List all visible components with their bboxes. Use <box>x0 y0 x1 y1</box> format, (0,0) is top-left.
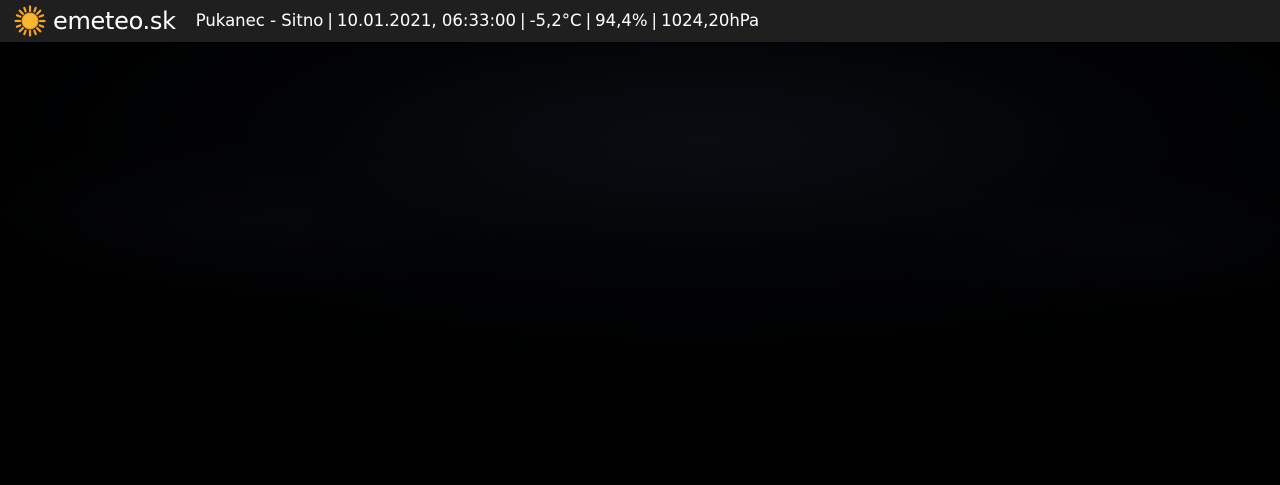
separator: | <box>327 11 333 30</box>
webcam-image <box>0 42 1280 485</box>
separator: | <box>651 11 658 30</box>
temperature-value: -5,2°C <box>529 11 582 30</box>
sun-icon <box>14 5 46 37</box>
info-bar: emeteo.sk Pukanec - Sitno | 10.01.2021, … <box>0 0 1280 42</box>
separator: | <box>585 11 592 30</box>
logo[interactable]: emeteo.sk <box>14 0 176 42</box>
location-label: Pukanec - Sitno <box>195 11 324 30</box>
pressure-value: 1024,20hPa <box>661 11 760 30</box>
webcam-frame: emeteo.sk Pukanec - Sitno | 10.01.2021, … <box>0 0 1280 485</box>
humidity-value: 94,4% <box>595 11 648 30</box>
weather-info: Pukanec - Sitno | 10.01.2021, 06:33:00 |… <box>196 0 759 42</box>
brand-name: emeteo.sk <box>53 7 176 35</box>
datetime-label: 10.01.2021, 06:33:00 <box>336 11 517 30</box>
separator: | <box>520 11 526 30</box>
